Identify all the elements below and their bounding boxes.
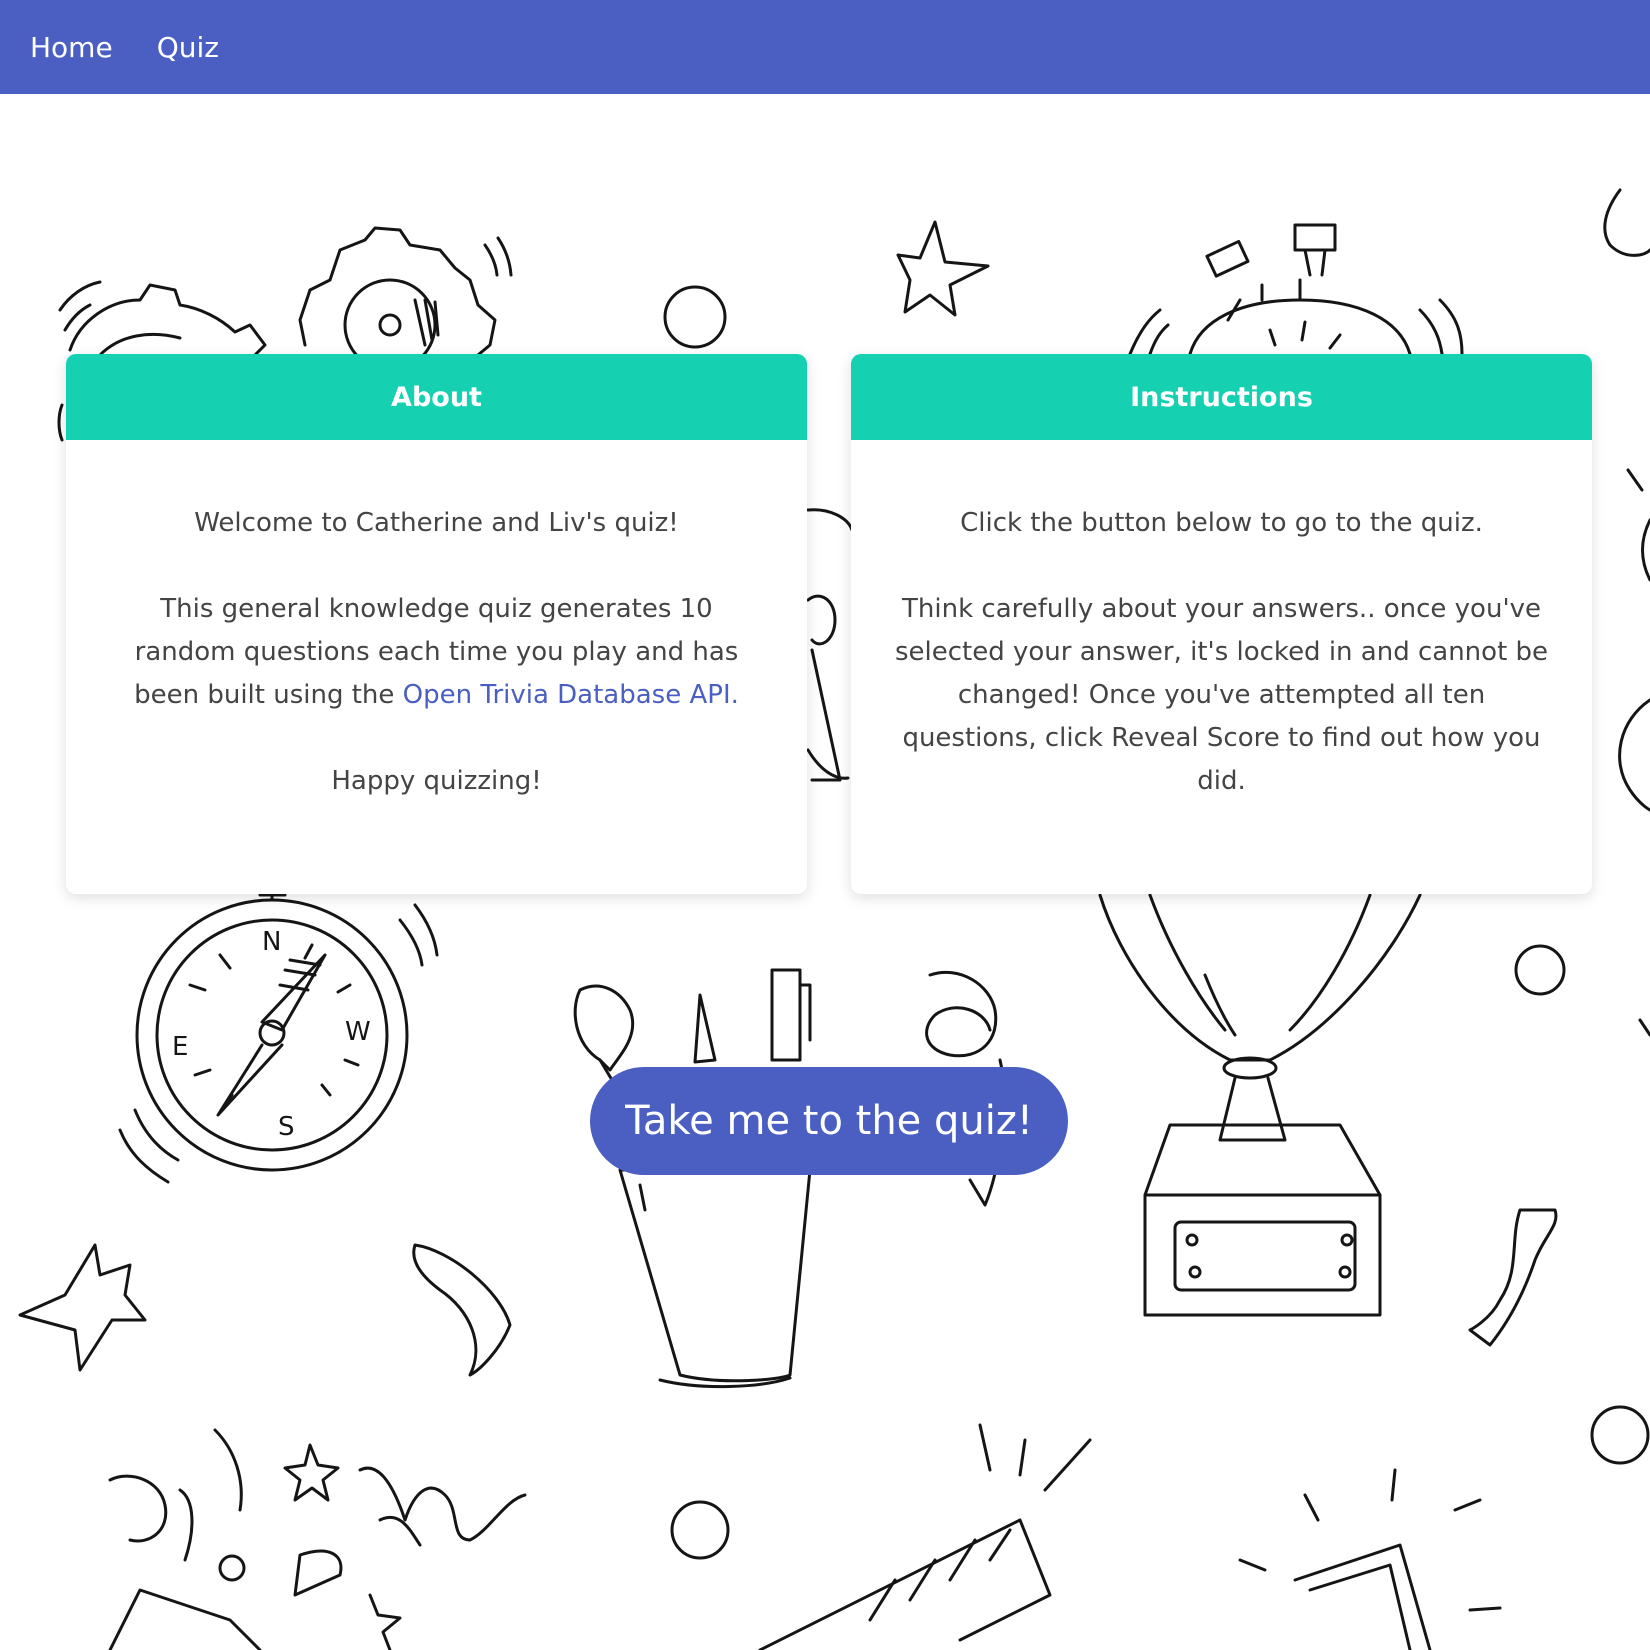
trophy-icon <box>1098 893 1422 1317</box>
circle-icon <box>663 285 727 349</box>
about-welcome-text: Welcome to Catherine and Liv's quiz! <box>194 508 679 538</box>
instructions-card-body: Click the button below to go to the quiz… <box>851 440 1592 803</box>
page: N E W S Home Quiz About Welcome to Cathe… <box>0 0 1650 1650</box>
take-quiz-button[interactable]: Take me to the quiz! <box>590 1067 1068 1175</box>
circle-icon <box>670 1500 730 1560</box>
star-icon <box>896 220 990 317</box>
svg-text:E: E <box>172 1032 188 1062</box>
star-icon <box>18 1243 147 1372</box>
compass-icon: N E W S <box>118 883 439 1184</box>
clapperboard-icon <box>758 1423 1092 1650</box>
instructions-details-text: Think carefully about your answers.. onc… <box>894 594 1549 796</box>
about-description: This general knowledge quiz generates 10… <box>106 588 767 717</box>
about-card-body: Welcome to Catherine and Liv's quiz! Thi… <box>66 440 807 803</box>
instructions-card: Instructions Click the button below to g… <box>851 354 1592 894</box>
svg-text:N: N <box>262 927 281 957</box>
about-card-header: About <box>66 354 807 440</box>
instructions-card-header: Instructions <box>851 354 1592 440</box>
circle-icon <box>1590 1405 1650 1465</box>
about-card: About Welcome to Catherine and Liv's qui… <box>66 354 807 894</box>
nav-home-link[interactable]: Home <box>30 31 113 64</box>
confetti-icon <box>108 1428 527 1650</box>
pencil-cup-icon <box>573 968 1006 1389</box>
open-trivia-api-link[interactable]: Open Trivia Database API. <box>403 680 739 710</box>
svg-text:W: W <box>345 1017 371 1047</box>
circle-icon <box>1514 944 1566 996</box>
instructions-intro-text: Click the button below to go to the quiz… <box>960 508 1483 538</box>
stopwatch-icon <box>1128 223 1464 356</box>
svg-text:S: S <box>278 1112 295 1142</box>
nav-quiz-link[interactable]: Quiz <box>157 31 219 64</box>
about-closing-text: Happy quizzing! <box>331 766 542 796</box>
navbar: Home Quiz <box>0 0 1650 94</box>
